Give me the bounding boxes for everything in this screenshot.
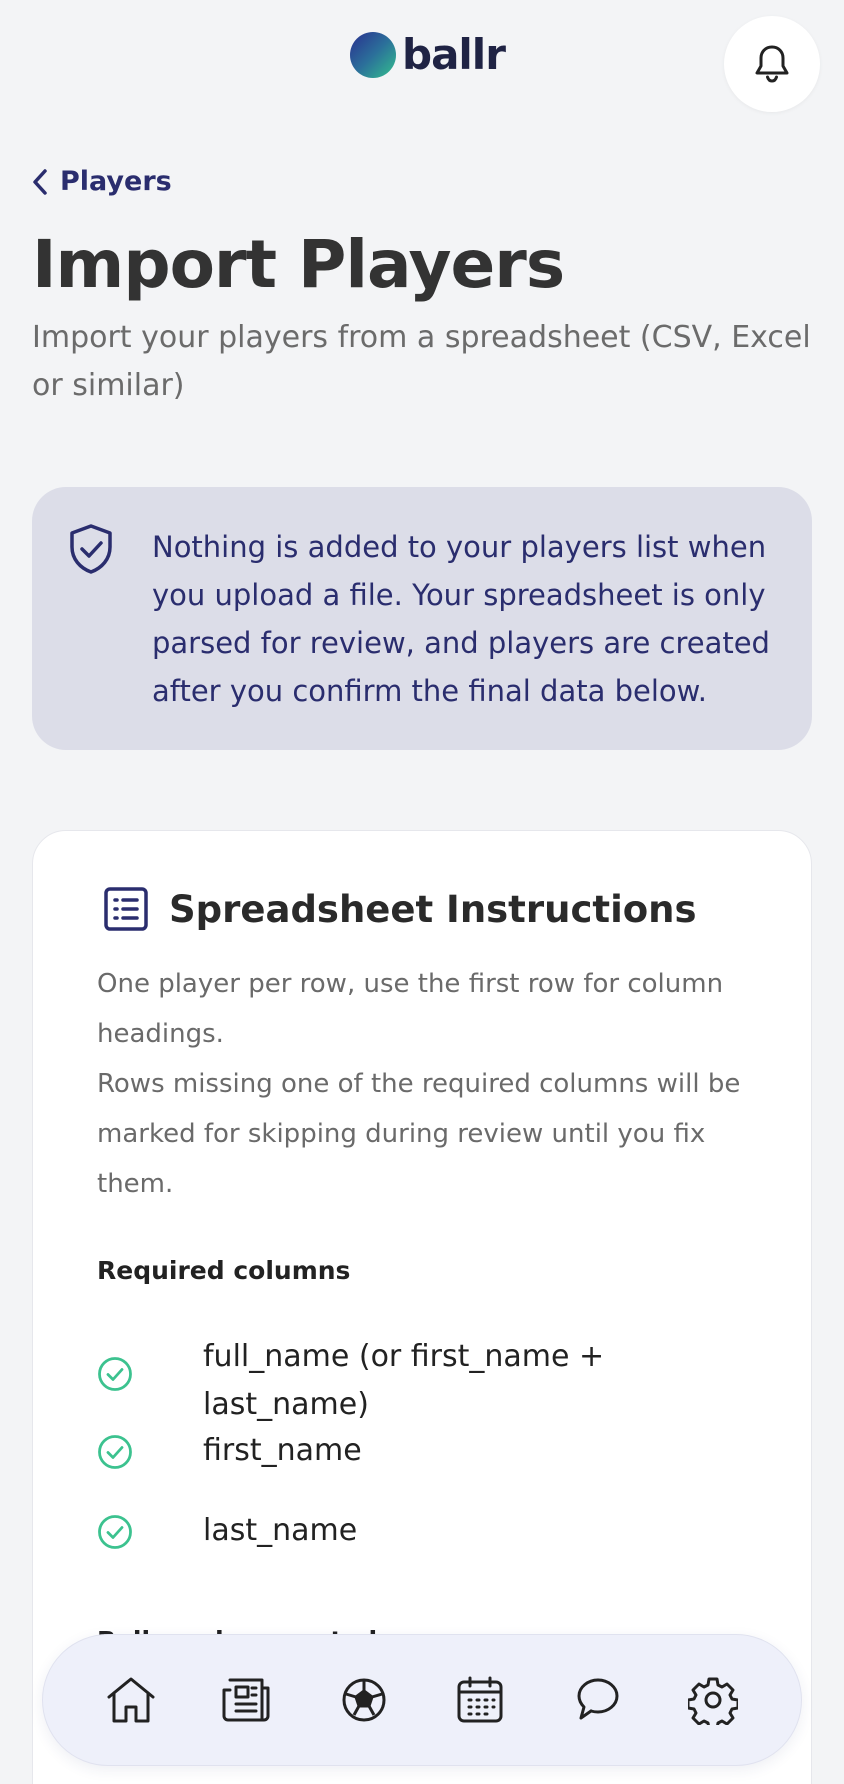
bell-icon — [755, 45, 789, 83]
app-header: ballr — [0, 0, 844, 120]
news-icon — [222, 1678, 270, 1722]
football-icon — [342, 1678, 386, 1722]
nav-home[interactable] — [96, 1665, 166, 1735]
required-columns-label: Required columns — [97, 1256, 351, 1285]
upload-notice: Nothing is added to your players list wh… — [32, 487, 812, 750]
nav-news[interactable] — [212, 1665, 282, 1735]
calendar-icon — [457, 1676, 503, 1723]
bottom-nav — [42, 1634, 802, 1766]
instructions-line-2: Rows missing one of the required columns… — [97, 1069, 741, 1199]
logo-text: ballr — [402, 30, 506, 79]
logo-mark — [350, 32, 396, 78]
required-column-label: full_name (or first_name + last_name) — [203, 1339, 605, 1422]
check-circle-icon — [98, 1357, 132, 1391]
chevron-left-icon — [33, 168, 47, 195]
back-to-players-link[interactable]: Players — [32, 166, 172, 197]
instructions-line-1: One player per row, use the first row fo… — [97, 969, 724, 1049]
instructions-text: One player per row, use the first row fo… — [97, 959, 757, 1209]
nav-calendar[interactable] — [445, 1665, 515, 1735]
card-header: Spreadsheet Instructions — [103, 886, 697, 932]
nav-chat[interactable] — [561, 1665, 631, 1735]
page-subtitle: Import your players from a spreadsheet (… — [32, 320, 811, 403]
settings-icon — [687, 1677, 738, 1725]
required-column-label: last_name — [203, 1513, 358, 1548]
back-link-label: Players — [60, 166, 172, 197]
chat-icon — [577, 1678, 619, 1720]
nav-matches[interactable] — [329, 1665, 399, 1735]
notice-text: Nothing is added to your players list wh… — [152, 530, 770, 708]
card-title: Spreadsheet Instructions — [169, 887, 697, 931]
nav-settings[interactable] — [678, 1665, 748, 1735]
page-title: Import Players — [32, 226, 565, 303]
home-icon — [107, 1677, 155, 1723]
notifications-button[interactable] — [724, 16, 820, 112]
required-column-label: first_name — [203, 1433, 362, 1468]
list-icon — [104, 887, 148, 931]
ballr-logo[interactable]: ballr — [350, 30, 506, 80]
check-circle-icon — [98, 1515, 132, 1549]
check-circle-icon — [98, 1435, 132, 1469]
shield-check-icon — [70, 524, 112, 574]
